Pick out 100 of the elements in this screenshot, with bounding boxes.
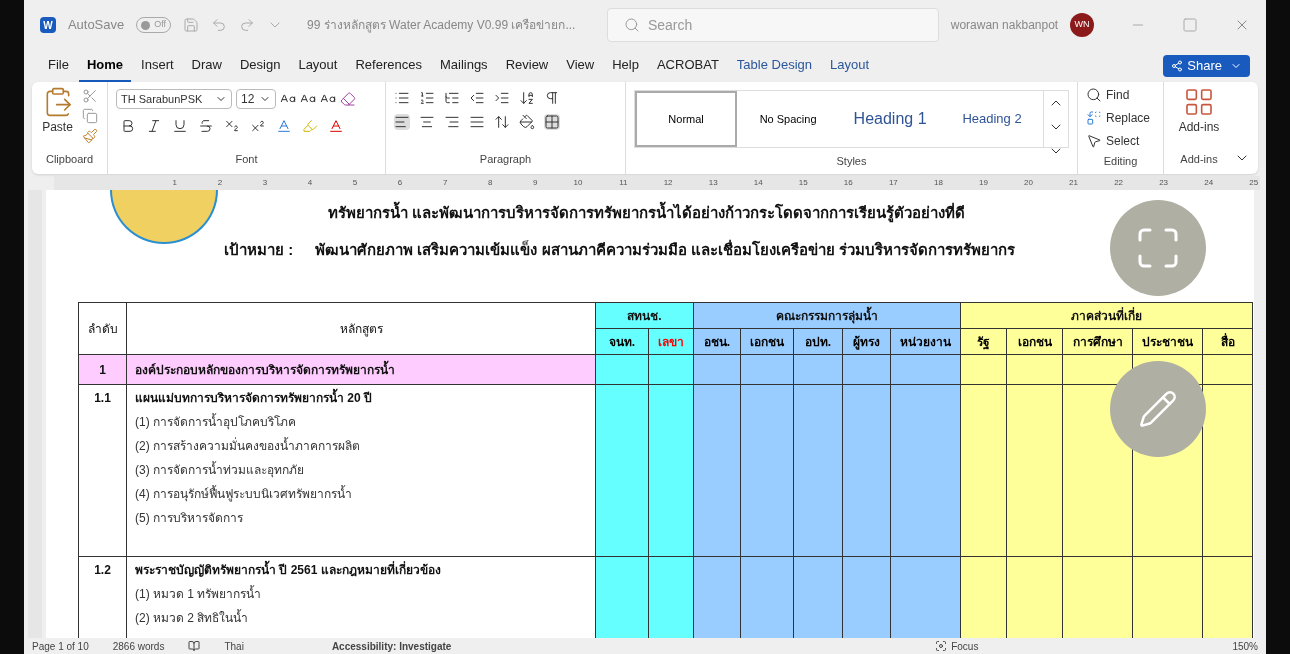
course-topic: (5) การบริหารจัดการ (135, 510, 244, 527)
font-size-field[interactable]: 12 (236, 89, 276, 109)
superscript-icon[interactable] (250, 118, 266, 134)
group-label: Add-ins (1180, 153, 1218, 165)
table-header-cell: สทนช. (595, 302, 694, 329)
ribbon-tab[interactable]: Draw (183, 50, 230, 82)
ruler-number: 20 (1023, 177, 1034, 189)
accessibility-status[interactable]: Accessibility: Investigate (331, 638, 452, 654)
course-topic: (1) การจัดการน้ำอุปโภคบริโภค (135, 413, 297, 431)
ribbon-tab[interactable]: Review (497, 50, 557, 82)
ribbon-tab[interactable]: View (558, 50, 603, 82)
ribbon-tab[interactable]: Design (231, 50, 289, 82)
course-topic: (1) หมวด 1 ทรัพยากรน้ำ (135, 585, 263, 603)
bold-icon[interactable] (120, 118, 136, 134)
clear-formatting-icon[interactable] (340, 91, 356, 107)
pencil-icon (1138, 389, 1178, 429)
strikethrough-icon[interactable] (198, 118, 214, 134)
ribbon-tab[interactable]: References (347, 50, 430, 82)
font-color-icon[interactable] (328, 118, 344, 134)
share-button[interactable]: Share (1163, 55, 1250, 77)
course-title: พระราชบัญญัติทรัพยากรน้ำ ปี 2561 และกฎหมายที่เกี่ยวข้อง (135, 561, 587, 579)
zoom-level[interactable]: 150% (1232, 638, 1258, 654)
ruler-number: 24 (1203, 177, 1215, 189)
select-button[interactable]: Select (1086, 132, 1155, 150)
style-preset[interactable]: Normal (635, 91, 738, 147)
ribbon-tab[interactable]: Table Design (728, 50, 820, 82)
language-status[interactable]: Thai (224, 638, 244, 654)
ribbon-tab[interactable]: Mailings (431, 50, 496, 82)
font-name-field[interactable]: TH SarabunPSK (116, 89, 232, 109)
find-button[interactable]: Find (1086, 86, 1155, 104)
ruler-number: 10 (572, 177, 584, 189)
group-label: Clipboard (45, 153, 94, 165)
ruler-number: 13 (707, 177, 719, 189)
table-header-cell: หลักสูตร (126, 302, 596, 355)
ruler-number: 3 (261, 177, 269, 189)
style-preset[interactable]: Heading 1 (839, 91, 942, 147)
multilevel-list-icon[interactable] (444, 90, 460, 106)
subscript-icon[interactable] (224, 118, 240, 134)
proofing-icon[interactable] (188, 640, 201, 652)
focus-button[interactable]: Focus (935, 638, 979, 654)
table-header-cell: หน่วยงาน (890, 328, 961, 355)
line-spacing-icon[interactable] (494, 114, 510, 130)
pointer-icon (1086, 133, 1102, 149)
share-icon (1171, 60, 1184, 72)
ruler-number: 16 (842, 177, 854, 189)
goal-label: เป้าหมาย : (224, 239, 294, 260)
style-preset[interactable]: Heading 2 (941, 91, 1043, 147)
paste-button[interactable]: Paste (42, 118, 73, 136)
ribbon-tab[interactable]: Help (604, 50, 647, 82)
borders-icon[interactable] (544, 114, 560, 130)
ruler-number: 21 (1068, 177, 1079, 189)
ruler-number: 1 (171, 177, 179, 189)
justify-icon[interactable] (469, 114, 485, 130)
word-app-icon: W (40, 17, 56, 33)
ribbon-tab[interactable]: Layout (822, 50, 878, 82)
underline-icon[interactable] (172, 118, 188, 134)
course-title: แผนแม่บทการบริหารจัดการทรัพยากรน้ำ 20 ปี (135, 389, 587, 407)
ruler-number: 14 (752, 177, 764, 189)
document-heading: ทรัพยากรน้ำ และพัฒนาการบริหารจัดการทรัพยากรน้ำได้อย่างก้าวกระโดดจากการเรียนรู้ตัวอย่างที่ดี (328, 202, 1015, 225)
decrease-indent-icon[interactable] (469, 90, 485, 106)
course-topic: (2) การสร้างความมั่นคงของน้ำภาคการผลิต (135, 437, 361, 455)
ruler-number: 23 (1158, 177, 1170, 189)
page-count[interactable]: Page 1 of 10 (32, 638, 89, 654)
ruler-number: 11 (618, 177, 629, 189)
italic-icon[interactable] (146, 118, 162, 134)
format-painter-icon[interactable] (81, 128, 98, 144)
search-icon (623, 17, 640, 33)
add-ins-button[interactable]: Add-ins (1178, 118, 1220, 136)
align-left-icon[interactable] (394, 114, 410, 130)
sort-icon[interactable] (519, 90, 535, 106)
cut-icon[interactable] (81, 88, 98, 104)
bullets-icon[interactable] (394, 90, 410, 106)
ruler-number: 19 (978, 177, 989, 189)
numbering-icon[interactable] (419, 90, 435, 106)
ruler-number: 5 (351, 177, 359, 189)
pilcrow-icon[interactable] (544, 90, 560, 106)
course-topic: (3) การจัดการน้ำท่วมและอุทกภัย (135, 461, 305, 479)
text-effects-icon[interactable] (276, 118, 292, 134)
ruler-number: 6 (396, 177, 404, 189)
focus-icon (935, 640, 948, 652)
shading-icon[interactable] (519, 114, 535, 130)
add-ins-icon[interactable] (1183, 86, 1215, 118)
group-label: Editing (1103, 155, 1138, 167)
user-avatar[interactable]: WN (1070, 13, 1094, 37)
align-right-icon[interactable] (444, 114, 460, 130)
word-count[interactable]: 2866 words (112, 638, 165, 654)
table-header-cell: ประชาชน (1132, 328, 1203, 355)
ribbon-tab[interactable]: Layout (290, 50, 346, 82)
ruler-number: 15 (797, 177, 809, 189)
ribbon-tab[interactable]: ACROBAT (648, 50, 727, 82)
group-label: Paragraph (479, 153, 532, 165)
ruler-number: 25 (1248, 177, 1260, 189)
center-icon[interactable] (419, 114, 435, 130)
style-preset[interactable]: No Spacing (737, 91, 840, 147)
ribbon-tab[interactable]: File (40, 50, 77, 82)
table-header-cell: ลำดับ (78, 302, 127, 355)
user-name: worawan nakbanpot (950, 17, 1059, 34)
ribbon-tab[interactable]: Insert (133, 50, 182, 82)
replace-button[interactable]: Replace (1086, 109, 1155, 127)
increase-indent-icon[interactable] (494, 90, 510, 106)
